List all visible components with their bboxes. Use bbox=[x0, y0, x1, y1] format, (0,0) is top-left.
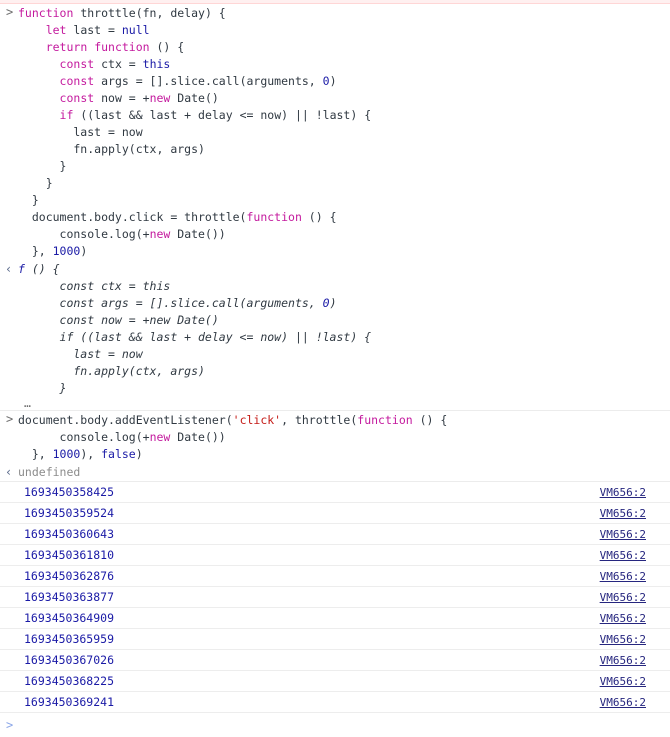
console-log-row[interactable]: 1693450359524 VM656:2 bbox=[0, 503, 670, 524]
output-prompt-icon: ‹ bbox=[5, 465, 13, 479]
console-output-undefined[interactable]: ‹ undefined bbox=[0, 464, 670, 481]
log-value: 1693450360643 bbox=[24, 527, 115, 541]
console-log-row[interactable]: 1693450358425 VM656:2 bbox=[0, 482, 670, 503]
console-log-row[interactable]: 1693450363877 VM656:2 bbox=[0, 587, 670, 608]
live-prompt-icon: > bbox=[6, 718, 14, 732]
log-source-link[interactable]: VM656:2 bbox=[600, 482, 646, 503]
log-source-link[interactable]: VM656:2 bbox=[600, 524, 646, 545]
input-prompt-icon: > bbox=[6, 412, 14, 426]
console-log-row[interactable]: 1693450367026 VM656:2 bbox=[0, 650, 670, 671]
log-value: 1693450365959 bbox=[24, 632, 115, 646]
console-output-function-value[interactable]: ‹ f () { const ctx = this const args = [… bbox=[0, 261, 670, 410]
log-source-link[interactable]: VM656:2 bbox=[600, 629, 646, 650]
console-log-row[interactable]: 1693450368225 VM656:2 bbox=[0, 671, 670, 692]
console-output-value: undefined bbox=[18, 465, 81, 479]
log-value: 1693450361810 bbox=[24, 548, 115, 562]
log-source-link[interactable]: VM656:2 bbox=[600, 503, 646, 524]
log-value: 1693450367026 bbox=[24, 653, 115, 667]
console-live-prompt[interactable]: > bbox=[0, 713, 670, 737]
console-input-throttle-definition[interactable]: > function throttle(fn, delay) { let las… bbox=[0, 4, 670, 261]
output-prompt-icon: ‹ bbox=[5, 262, 13, 276]
log-value: 1693450362876 bbox=[24, 569, 115, 583]
console-log-row[interactable]: 1693450361810 VM656:2 bbox=[0, 545, 670, 566]
log-source-link[interactable]: VM656:2 bbox=[600, 566, 646, 587]
console-log-row[interactable]: 1693450364909 VM656:2 bbox=[0, 608, 670, 629]
console-log-row[interactable]: 1693450362876 VM656:2 bbox=[0, 566, 670, 587]
log-value: 1693450364909 bbox=[24, 611, 115, 625]
console-output-code: f () { const ctx = this const args = [].… bbox=[18, 262, 372, 395]
console-message-list: > function throttle(fn, delay) { let las… bbox=[0, 4, 670, 737]
log-source-link[interactable]: VM656:2 bbox=[600, 587, 646, 608]
console-log-rows: 1693450358425 VM656:2 1693450359524 VM656:2… bbox=[0, 482, 670, 713]
expand-ellipsis[interactable]: … bbox=[0, 397, 670, 410]
console-log-row[interactable]: 1693450360643 VM656:2 bbox=[0, 524, 670, 545]
console-input-addeventlistener[interactable]: > document.body.addEventListener('click'… bbox=[0, 411, 670, 464]
console-log-row[interactable]: 1693450369241 VM656:2 bbox=[0, 692, 670, 713]
console-input-code: document.body.addEventListener('click', … bbox=[18, 413, 448, 461]
console-command-input[interactable] bbox=[0, 713, 670, 737]
log-value: 1693450363877 bbox=[24, 590, 115, 604]
log-value: 1693450369241 bbox=[24, 695, 115, 709]
log-value: 1693450368225 bbox=[24, 674, 115, 688]
log-source-link[interactable]: VM656:2 bbox=[600, 608, 646, 629]
log-source-link[interactable]: VM656:2 bbox=[600, 671, 646, 692]
log-value: 1693450359524 bbox=[24, 506, 115, 520]
console-input-code: function throttle(fn, delay) { let last … bbox=[18, 6, 372, 258]
log-source-link[interactable]: VM656:2 bbox=[600, 650, 646, 671]
console-log-row[interactable]: 1693450365959 VM656:2 bbox=[0, 629, 670, 650]
log-value: 1693450358425 bbox=[24, 485, 115, 499]
input-prompt-icon: > bbox=[6, 5, 14, 19]
log-source-link[interactable]: VM656:2 bbox=[600, 545, 646, 566]
log-source-link[interactable]: VM656:2 bbox=[600, 692, 646, 713]
